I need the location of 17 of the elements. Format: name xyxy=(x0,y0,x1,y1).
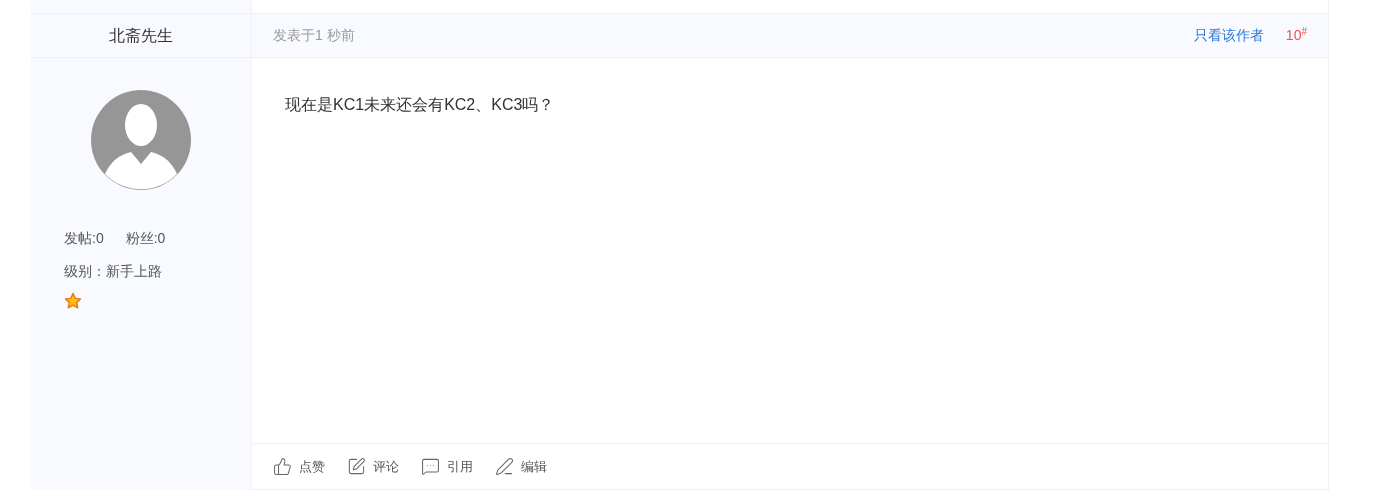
post-time: 发表于1 秒前 xyxy=(273,26,355,45)
like-button[interactable]: 点赞 xyxy=(273,456,325,477)
quote-button[interactable]: 引用 xyxy=(421,456,473,477)
edit-button[interactable]: 编辑 xyxy=(495,456,547,477)
pen-icon xyxy=(495,457,514,476)
chat-bubble-icon xyxy=(421,457,440,476)
user-stat: 粉丝:0 xyxy=(125,229,166,248)
comment-button[interactable]: 评论 xyxy=(347,456,399,477)
edit-square-icon xyxy=(347,457,366,476)
floor-number: 10$^{#}$ xyxy=(1285,25,1307,45)
post-content: 现在是KC1未来还会有KC2、KC3吗？ xyxy=(285,95,556,115)
only-author-link[interactable]: 只看该作者 xyxy=(1193,25,1264,46)
user-level: 级别：新手上路 xyxy=(63,262,163,281)
author-name[interactable]: 北斋先生 xyxy=(109,23,173,48)
user-stat: 发帖:0 xyxy=(64,229,104,248)
level-star-icon xyxy=(64,292,82,310)
thumbs-up-icon xyxy=(273,457,292,476)
